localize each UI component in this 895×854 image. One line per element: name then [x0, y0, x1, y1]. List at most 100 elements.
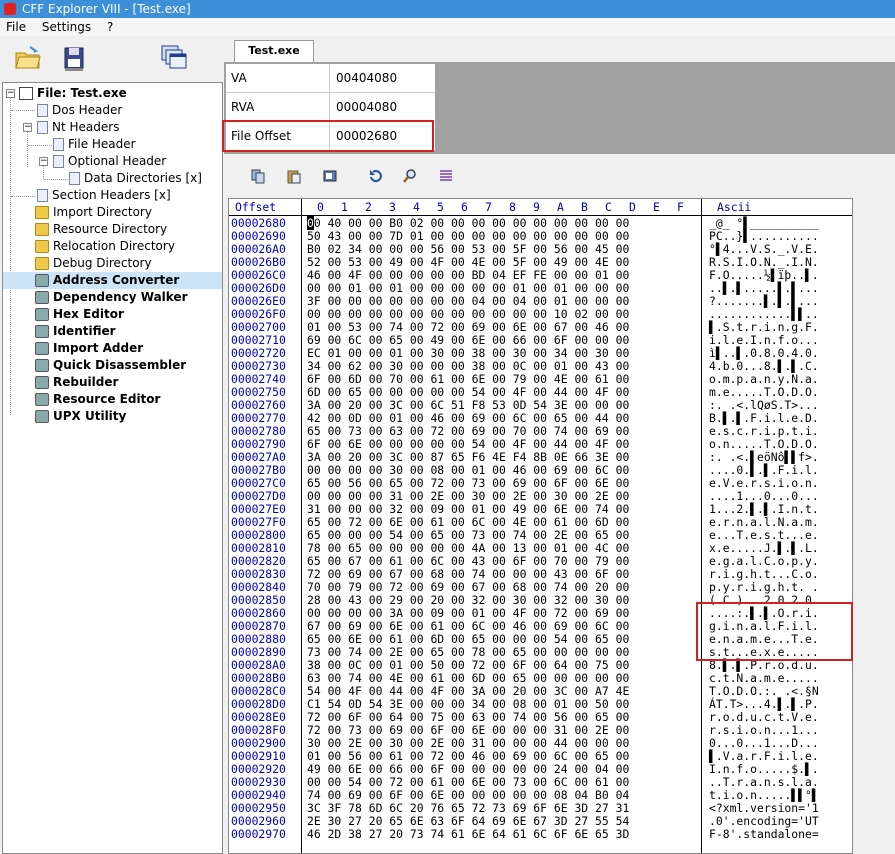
column-header: 7 [485, 200, 492, 214]
folder-open-icon[interactable] [12, 42, 44, 74]
tree-item-dos-header[interactable]: Dos Header [37, 102, 122, 119]
column-header: D [629, 200, 636, 214]
rva-label: RVA [226, 93, 330, 121]
offset-header: Offset [235, 200, 277, 214]
tree-item-label: Resource Editor [53, 392, 161, 406]
file-offset-highlight [222, 120, 434, 152]
tool-icon [35, 359, 49, 372]
tool-icon [35, 291, 49, 304]
column-header: 9 [533, 200, 540, 214]
window-title: CFF Explorer VIII - [Test.exe] [22, 2, 191, 16]
tree-item-label: Rebuilder [53, 375, 119, 389]
title-bar: CFF Explorer VIII - [Test.exe] [0, 0, 895, 18]
va-row: VA 00404080 [226, 64, 435, 93]
menu-help[interactable]: ? [101, 18, 119, 36]
tree-item-optional-header[interactable]: Optional Header [53, 153, 166, 170]
tree-item-nt-headers[interactable]: Nt Headers [37, 119, 119, 136]
folder-icon [35, 240, 49, 253]
column-header: 6 [461, 200, 468, 214]
ascii-highlight [696, 602, 853, 661]
windows-icon[interactable] [158, 42, 190, 74]
hex-toolbar [224, 154, 895, 198]
menu-settings[interactable]: Settings [36, 18, 97, 36]
collapse-root-toggle[interactable]: − [6, 89, 15, 98]
column-header: 1 [341, 200, 348, 214]
column-header: E [653, 200, 660, 214]
column-header: C [605, 200, 612, 214]
tree-item-label: Hex Editor [53, 307, 124, 321]
tree-item-hex-editor[interactable]: Hex Editor [35, 306, 124, 323]
tree-item-file-header[interactable]: File Header [53, 136, 136, 153]
menu-bar: File Settings ? [0, 18, 895, 36]
rva-field[interactable]: 00004080 [330, 93, 434, 121]
column-header: B [581, 200, 588, 214]
tool-icon [35, 410, 49, 423]
tree-item-label: File Header [68, 137, 136, 151]
tree-item-label: Dependency Walker [53, 290, 188, 304]
tree-item-label: Resource Directory [53, 222, 168, 236]
goto-icon[interactable] [320, 166, 340, 186]
collapse-optional-header-toggle[interactable]: − [39, 157, 48, 166]
search-icon[interactable] [400, 166, 420, 186]
list-icon[interactable] [436, 166, 456, 186]
tree-item-section-headers[interactable]: Section Headers [x] [37, 187, 171, 204]
main-toolbar [0, 36, 222, 80]
tree-root[interactable]: File: Test.exe [19, 85, 127, 102]
tree-item-dependency-walker[interactable]: Dependency Walker [35, 289, 188, 306]
tree-item-relocation-directory[interactable]: Relocation Directory [35, 238, 175, 255]
menu-file[interactable]: File [0, 18, 32, 36]
tree-item-import-adder[interactable]: Import Adder [35, 340, 143, 357]
offset-separator [301, 199, 302, 853]
va-label: VA [226, 64, 330, 92]
column-header: 8 [509, 200, 516, 214]
collapse-nt-headers-toggle[interactable]: − [23, 123, 32, 132]
column-header: 2 [365, 200, 372, 214]
file-tree: − File: Test.exe Dos Header − Nt Headers… [2, 82, 223, 854]
tree-item-label: Dos Header [52, 103, 123, 117]
hex-cursor: 0 [307, 216, 314, 230]
va-field[interactable]: 00404080 [330, 64, 434, 92]
tree-item-upx-utility[interactable]: UPX Utility [35, 408, 126, 425]
tool-icon [35, 325, 49, 338]
tree-item-quick-disassembler[interactable]: Quick Disassembler [35, 357, 186, 374]
folder-icon [35, 257, 49, 270]
tree-item-resource-editor[interactable]: Resource Editor [35, 391, 160, 408]
address-converter-panel: VA 00404080 RVA 00004080 File Offset 000… [222, 62, 895, 154]
tree-item-import-directory[interactable]: Import Directory [35, 204, 152, 221]
hex-view[interactable]: Offset Ascii 0123456789ABCDEF 00002680 00… [228, 198, 853, 854]
tree-item-label: Optional Header [68, 154, 167, 168]
tree-item-label: Identifier [53, 324, 116, 338]
save-icon[interactable] [58, 42, 90, 74]
tree-item-debug-directory[interactable]: Debug Directory [35, 255, 152, 272]
document-icon [37, 189, 48, 202]
document-icon [69, 172, 80, 185]
tool-icon [35, 393, 49, 406]
tree-item-label: Debug Directory [53, 256, 152, 270]
tab-test-exe[interactable]: Test.exe [234, 40, 314, 62]
tree-item-label: Section Headers [x] [52, 188, 171, 202]
folder-icon [35, 223, 49, 236]
tree-item-label: Nt Headers [52, 120, 120, 134]
rva-row: RVA 00004080 [226, 93, 435, 122]
column-header: A [557, 200, 564, 214]
tree-item-label: Import Adder [53, 341, 144, 355]
tree-item-resource-directory[interactable]: Resource Directory [35, 221, 167, 238]
tree-item-data-directories[interactable]: Data Directories [x] [69, 170, 202, 187]
tool-icon [35, 342, 49, 355]
tree-item-identifier[interactable]: Identifier [35, 323, 116, 340]
row-bytes[interactable]: 46 2D 38 27 20 73 74 61 6E 64 61 6C 6F 6… [307, 828, 629, 841]
copy-icon[interactable] [248, 166, 268, 186]
tree-item-label: Data Directories [x] [84, 171, 202, 185]
app-icon [4, 3, 16, 15]
tree-item-rebuilder[interactable]: Rebuilder [35, 374, 118, 391]
refresh-icon[interactable] [366, 166, 386, 186]
document-icon [37, 121, 48, 134]
paste-icon[interactable] [284, 166, 304, 186]
tool-icon [35, 308, 49, 321]
tree-item-label: Import Directory [53, 205, 152, 219]
tree-item-address-converter[interactable]: Address Converter [3, 272, 222, 289]
ascii-separator [701, 199, 702, 853]
row-ascii[interactable]: F-8'.standalone= [709, 828, 819, 841]
document-icon [37, 104, 48, 117]
tree-item-label: Quick Disassembler [53, 358, 187, 372]
